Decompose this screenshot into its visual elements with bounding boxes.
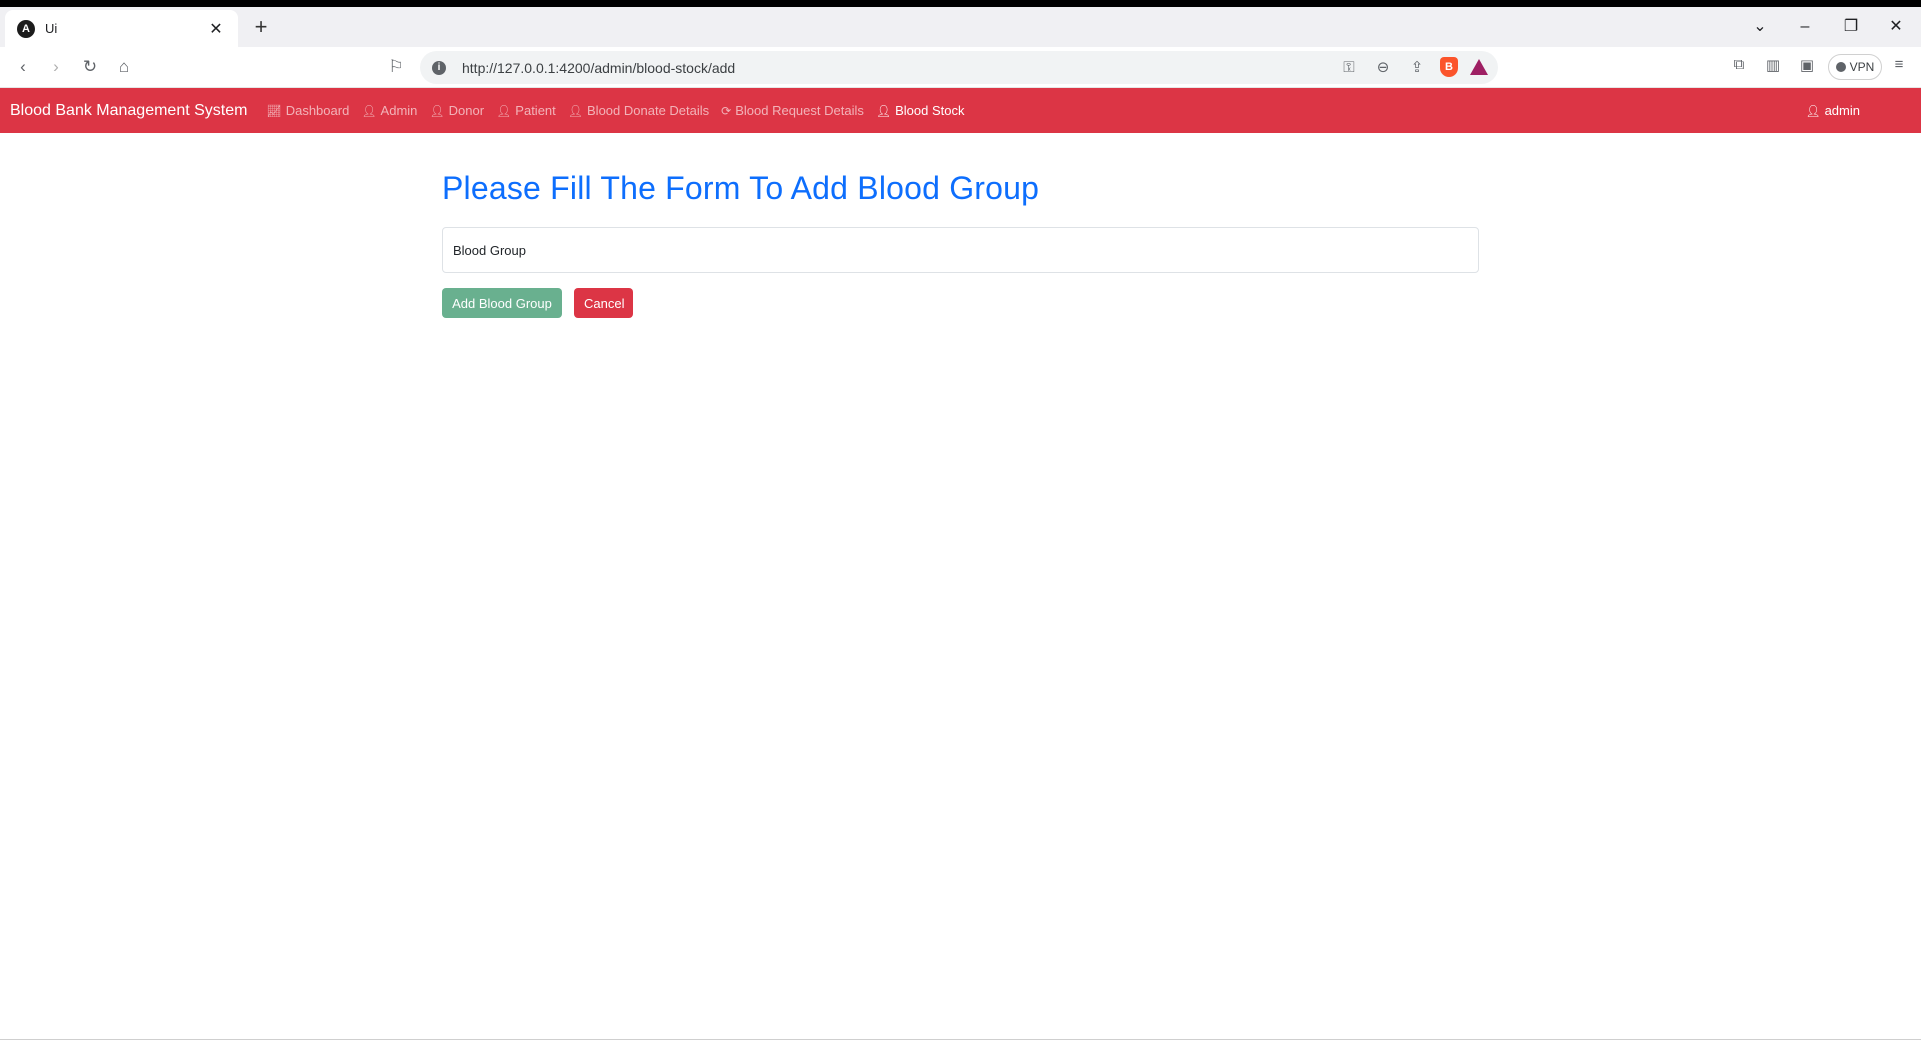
back-icon[interactable]: ‹ [9, 55, 37, 79]
browser-tab[interactable]: A Ui ✕ [5, 10, 238, 47]
nav-links: 📈︎ Dashboard 👤︎ Admin 👤︎ Donor 👤︎ Patien… [266, 103, 976, 118]
zoom-icon[interactable]: ⊖ [1372, 58, 1394, 76]
user-icon: 👤︎ [496, 103, 512, 118]
new-tab-button[interactable]: + [248, 15, 274, 41]
nav-blood-stock[interactable]: 👤︎ Blood Stock [876, 103, 965, 118]
close-window-button[interactable]: ✕ [1876, 15, 1916, 39]
sidebar-icon[interactable]: ▥ [1760, 56, 1786, 74]
tab-title: Ui [45, 21, 58, 36]
cancel-button[interactable]: Cancel [574, 288, 633, 318]
nav-blood-stock-label: Blood Stock [895, 103, 965, 118]
key-icon[interactable]: ⚿ [1338, 59, 1360, 76]
vpn-label: VPN [1849, 60, 1875, 74]
address-bar[interactable]: i http://127.0.0.1:4200/admin/blood-stoc… [420, 51, 1498, 84]
minimize-button[interactable]: – [1785, 15, 1825, 39]
tab-search-icon[interactable]: ⌄ [1740, 15, 1780, 39]
nav-blood-donate-details-label: Blood Donate Details [587, 103, 710, 118]
browser-toolbar: ‹ › ↻ ⌂ ⚐ i http://127.0.0.1:4200/admin/… [0, 47, 1921, 88]
user-icon: 👤︎ [1805, 103, 1821, 118]
blood-group-input[interactable] [442, 227, 1479, 273]
nav-admin-label: Admin [380, 103, 418, 118]
nav-blood-donate-details[interactable]: 👤︎ Blood Donate Details [568, 103, 709, 118]
add-blood-group-form: Please Fill The Form To Add Blood Group … [442, 170, 1479, 318]
brave-rewards-icon[interactable] [1470, 59, 1488, 75]
restore-button[interactable]: ❐ [1831, 15, 1871, 39]
window-top-border [0, 0, 1921, 7]
reload-icon[interactable]: ↻ [76, 55, 104, 79]
user-hand-icon: 👤︎ [567, 103, 584, 118]
share-icon[interactable]: ⇪ [1406, 58, 1428, 76]
user-menu[interactable]: 👤︎ admin [1805, 88, 1860, 133]
add-blood-group-button[interactable]: Add Blood Group [442, 288, 562, 318]
app-brand[interactable]: Blood Bank Management System [10, 102, 247, 120]
page-title: Please Fill The Form To Add Blood Group [442, 170, 1040, 206]
menu-icon[interactable]: ≡ [1886, 56, 1912, 73]
user-icon: 👤︎ [361, 103, 377, 118]
user-name: admin [1824, 103, 1860, 118]
vpn-status-icon [1835, 62, 1846, 72]
nav-blood-request-details[interactable]: ⟳ Blood Request Details [721, 103, 864, 118]
user-icon: 👤︎ [429, 103, 445, 118]
browser-tab-bar: A Ui ✕ + ⌄ – ❐ ✕ [0, 7, 1921, 47]
nav-donor-label: Donor [448, 103, 485, 118]
app-navbar: Blood Bank Management System 📈︎ Dashboar… [0, 88, 1921, 133]
form-actions: Add Blood Group Cancel [442, 288, 1479, 318]
home-icon[interactable]: ⌂ [110, 55, 138, 79]
nav-dashboard-label: Dashboard [285, 103, 350, 118]
angular-icon: A [17, 19, 35, 38]
nav-dashboard[interactable]: 📈︎ Dashboard [266, 103, 349, 118]
bookmark-icon[interactable]: ⚐ [382, 55, 410, 79]
brave-shields-icon[interactable]: B [1440, 57, 1458, 77]
nav-patient[interactable]: 👤︎ Patient [496, 103, 556, 118]
nav-admin[interactable]: 👤︎ Admin [361, 103, 417, 118]
close-tab-icon[interactable]: ✕ [206, 19, 226, 39]
site-info-icon[interactable]: i [432, 60, 446, 75]
url-text[interactable]: http://127.0.0.1:4200/admin/blood-stock/… [462, 60, 735, 76]
nav-blood-request-details-label: Blood Request Details [735, 103, 864, 118]
refresh-icon: ⟳ [721, 103, 732, 118]
chart-line-icon: 📈︎ [266, 103, 282, 118]
forward-icon[interactable]: › [42, 55, 70, 79]
vpn-button[interactable]: VPN [1828, 54, 1882, 80]
extensions-icon[interactable]: ⧉ [1726, 56, 1752, 73]
nav-donor[interactable]: 👤︎ Donor [429, 103, 484, 118]
user-hand-icon: 👤︎ [875, 103, 892, 118]
nav-patient-label: Patient [515, 103, 556, 118]
wallet-icon[interactable]: ▣ [1794, 56, 1820, 74]
